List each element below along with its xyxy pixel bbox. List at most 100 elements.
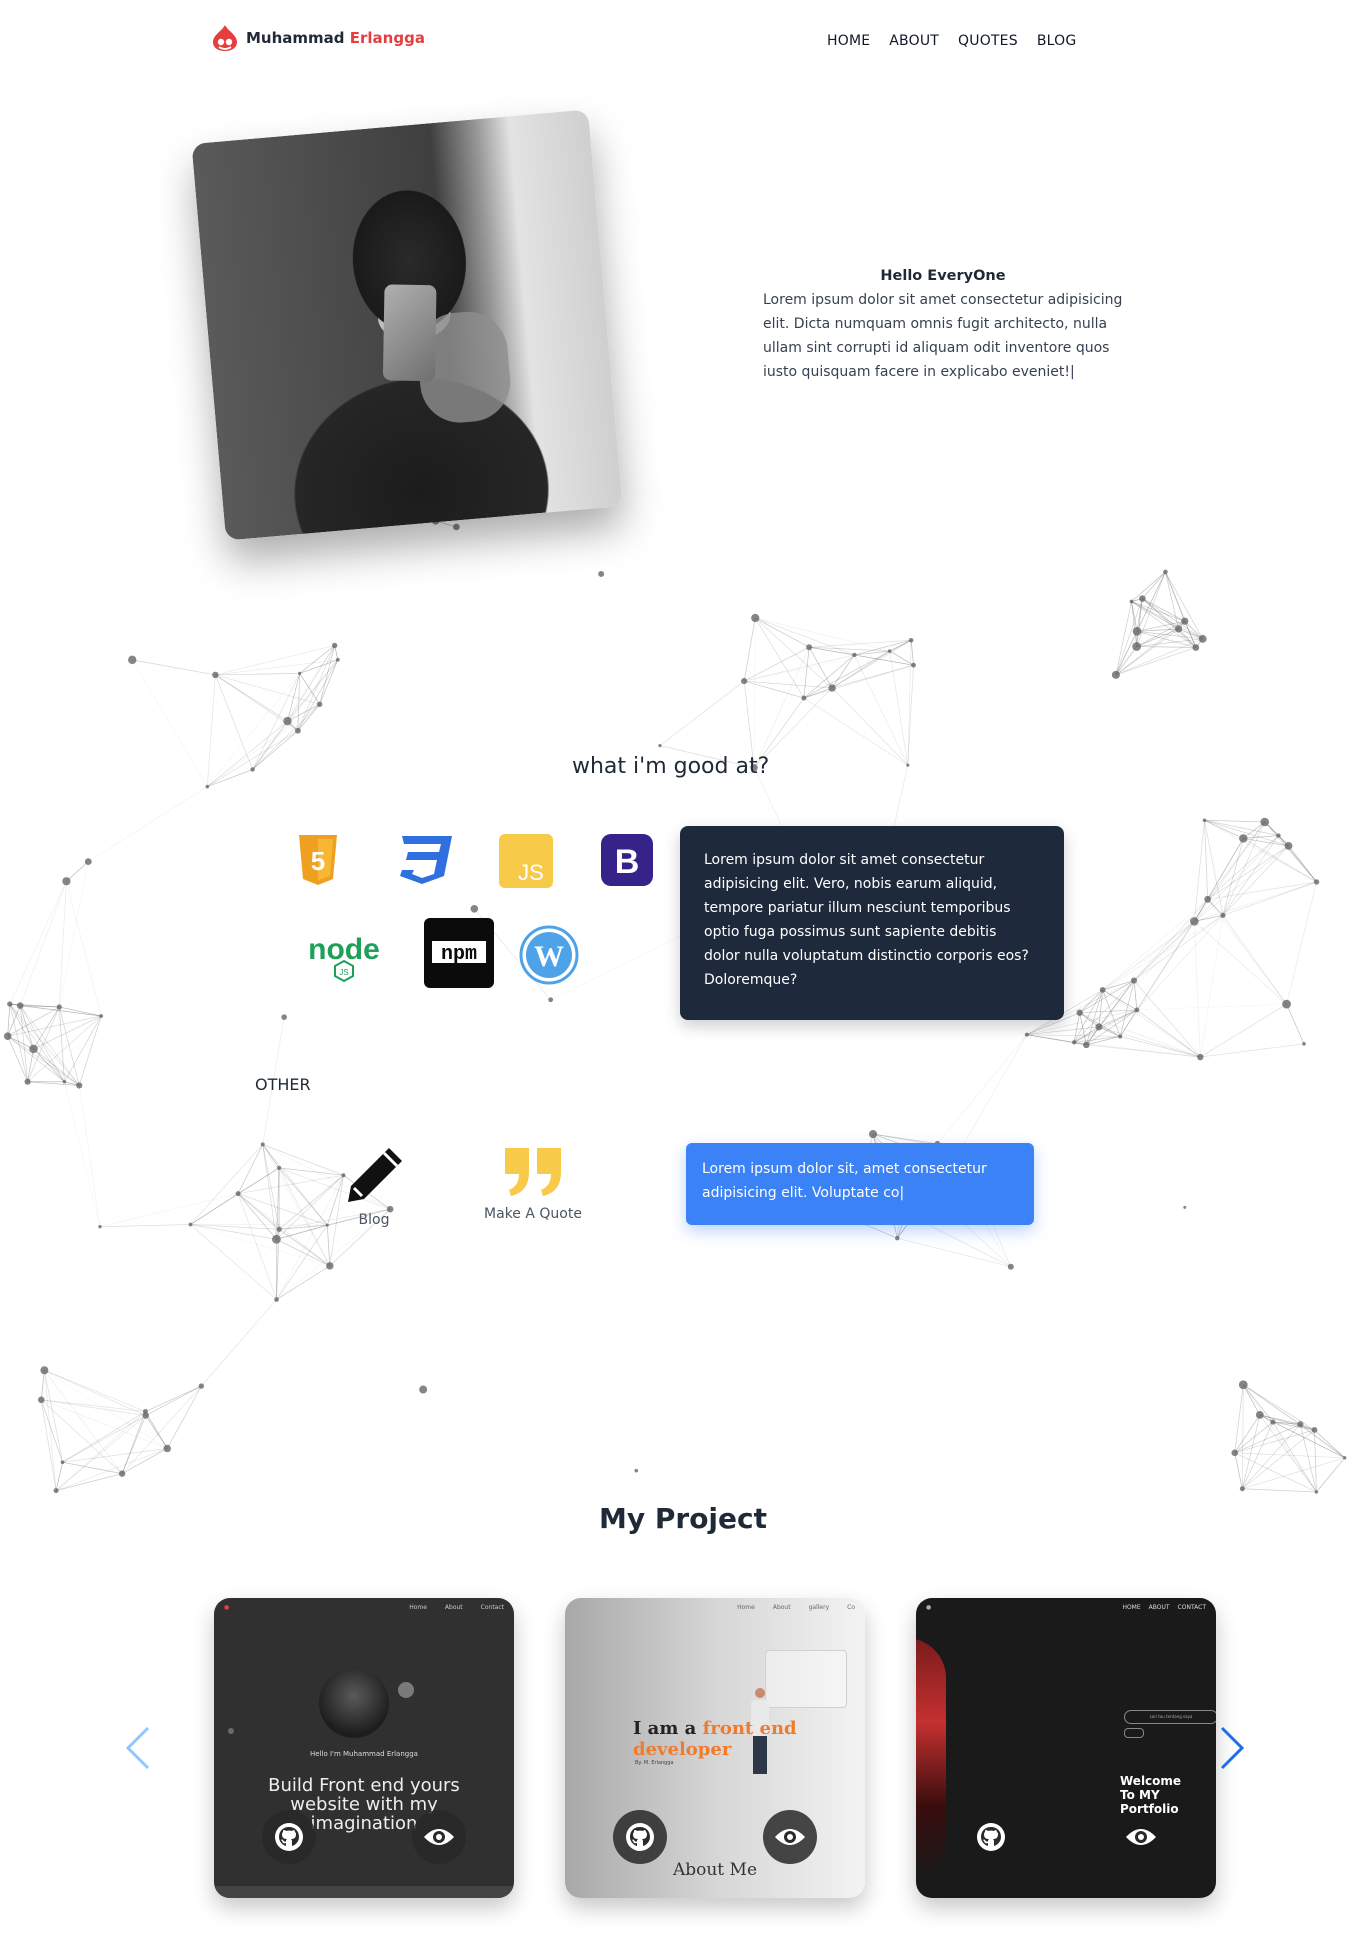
network-line	[215, 645, 335, 676]
network-line	[1204, 819, 1244, 839]
network-node	[868, 1130, 878, 1139]
card3-pill: cari tau tentang saya	[1124, 1710, 1216, 1724]
view-button[interactable]	[1114, 1810, 1168, 1864]
network-node	[1076, 1009, 1083, 1016]
card2-mini-nav: Home About gallery Co	[737, 1604, 855, 1611]
network-line	[753, 618, 756, 768]
network-line	[1314, 1429, 1345, 1459]
network-line	[7, 1035, 65, 1083]
projects-heading: My Project	[599, 1502, 767, 1535]
nodejs-icon: node JS	[297, 925, 391, 983]
card2-headline: I am a front end developer	[633, 1718, 797, 1760]
blog-link[interactable]: Blog	[339, 1144, 409, 1228]
view-button[interactable]	[763, 1810, 817, 1864]
network-line	[1102, 899, 1208, 991]
github-button[interactable]	[613, 1810, 667, 1864]
network-line	[1115, 647, 1196, 676]
network-node	[1132, 642, 1142, 651]
nav-home[interactable]: HOME	[827, 33, 870, 49]
github-icon	[977, 1823, 1005, 1851]
other-heading: OTHER	[255, 1075, 311, 1094]
network-node	[1282, 999, 1291, 1009]
network-node	[250, 767, 255, 772]
github-button[interactable]	[964, 1810, 1018, 1864]
network-line	[41, 1399, 146, 1416]
network-line	[1194, 881, 1317, 922]
network-node	[887, 649, 892, 653]
network-line	[190, 1144, 264, 1225]
network-line	[215, 674, 253, 770]
make-quote-link[interactable]: Make A Quote	[478, 1144, 588, 1222]
network-line	[9, 881, 67, 1005]
network-line	[1102, 921, 1195, 991]
network-node	[276, 1226, 282, 1232]
brand-first-name: Muhammad	[246, 29, 345, 47]
network-line	[753, 647, 810, 768]
network-line	[121, 1415, 147, 1474]
project-card-2[interactable]: Home About gallery Co I am a front end deve…	[565, 1598, 865, 1898]
network-node	[260, 1142, 265, 1147]
network-line	[803, 647, 810, 699]
nav-about[interactable]: ABOUT	[889, 33, 939, 49]
network-line	[190, 1224, 277, 1300]
project-card-1[interactable]: ● Home About Contact Hello I'm Muhammad Er…	[214, 1598, 514, 1898]
network-line	[907, 640, 912, 766]
svg-text:B: B	[615, 843, 640, 881]
network-line	[88, 786, 208, 862]
network-line	[1207, 899, 1287, 1005]
network-line	[1207, 845, 1289, 900]
nav-blog[interactable]: BLOG	[1037, 33, 1077, 49]
network-line	[1316, 1457, 1345, 1493]
network-node	[548, 997, 554, 1003]
network-line	[1286, 881, 1317, 1005]
network-line	[9, 1003, 28, 1082]
svg-text:JS: JS	[339, 968, 348, 977]
chevron-left-icon[interactable]	[124, 1726, 152, 1770]
hello-title: Hello EveryOne	[880, 268, 1006, 284]
network-line	[1098, 1026, 1201, 1058]
network-node	[1083, 1041, 1090, 1049]
network-line	[276, 1224, 328, 1300]
network-line	[1242, 1384, 1261, 1416]
network-node	[634, 1468, 639, 1473]
card1-mini-logo: ●	[224, 1604, 230, 1611]
github-button[interactable]	[262, 1810, 316, 1864]
network-node	[326, 1262, 334, 1270]
network-line	[1242, 1421, 1274, 1489]
network-node	[235, 1191, 241, 1197]
network-node	[751, 613, 760, 623]
network-line	[19, 881, 67, 1006]
wordpress-icon: W	[519, 925, 579, 985]
eye-icon	[775, 1829, 805, 1845]
svg-text:W: W	[534, 940, 564, 973]
chevron-right-icon[interactable]	[1218, 1726, 1246, 1770]
photo-phone	[382, 284, 437, 382]
nav-quotes[interactable]: QUOTES	[958, 33, 1018, 49]
network-node	[37, 1396, 45, 1404]
view-button[interactable]	[412, 1810, 466, 1864]
css3-icon	[394, 834, 454, 886]
network-line	[19, 1005, 65, 1082]
network-node	[470, 904, 479, 913]
network-node	[828, 684, 836, 692]
network-node	[29, 1044, 38, 1054]
network-node	[1231, 1449, 1239, 1457]
network-line	[1194, 921, 1287, 1005]
network-line	[33, 1048, 65, 1082]
network-line	[1102, 915, 1224, 991]
skills-description-card: Lorem ipsum dolor sit amet consectetur a…	[680, 826, 1064, 1020]
network-node	[1239, 1486, 1245, 1492]
project-card-3[interactable]: ● HOME ABOUT CONTACT cari tau tentang saya…	[916, 1598, 1216, 1898]
card3-mini-logo: ●	[926, 1604, 932, 1611]
network-line	[215, 674, 320, 705]
network-line	[44, 1369, 168, 1449]
brand-logo[interactable]: Muhammad Erlangga	[212, 24, 425, 52]
network-node	[99, 1014, 104, 1018]
card1-avatar	[319, 1668, 389, 1738]
network-line	[1204, 819, 1265, 823]
network-line	[40, 1370, 45, 1400]
network-node	[1095, 1023, 1103, 1031]
network-line	[215, 659, 338, 676]
network-line	[910, 640, 914, 666]
network-line	[1079, 1009, 1137, 1014]
